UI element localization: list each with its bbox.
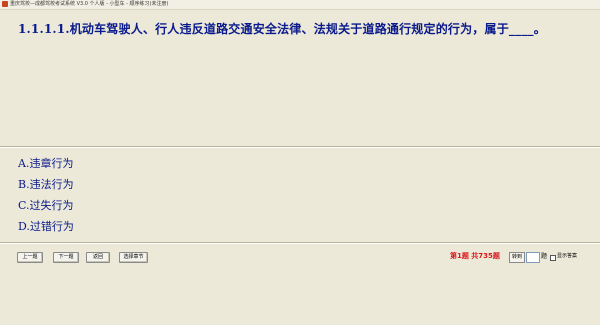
question-divider xyxy=(0,146,600,148)
jump-input[interactable] xyxy=(526,252,540,263)
next-button[interactable]: 下一题 xyxy=(53,252,79,263)
option-d[interactable]: D.过错行为 xyxy=(18,220,74,241)
option-b[interactable]: B.违法行为 xyxy=(18,178,74,199)
question-counter: 第1题 共735题 xyxy=(450,252,500,260)
show-answer-checkbox[interactable] xyxy=(550,255,556,261)
options-list: A.违章行为 B.违法行为 C.过失行为 D.过错行为 xyxy=(18,157,74,241)
app-icon xyxy=(2,1,8,7)
option-c[interactable]: C.过失行为 xyxy=(18,199,74,220)
jump-button[interactable]: 转到 xyxy=(509,252,525,263)
question-text: 1.1.1.1.机动车驾驶人、行人违反道路交通安全法律、法规关于道路通行规定的行… xyxy=(18,22,546,36)
window-titlebar: 重庆驾校—成都驾校考试系统 V3.0 个人版 - 小型车 - 顺序练习(未注册) xyxy=(0,0,600,10)
toolbar-divider xyxy=(0,242,600,244)
prev-button[interactable]: 上一题 xyxy=(17,252,43,263)
jump-unit-label: 题 xyxy=(541,253,548,260)
back-button[interactable]: 返回 xyxy=(86,252,110,263)
chapter-select-button[interactable]: 选择章节 xyxy=(119,252,148,263)
option-a[interactable]: A.违章行为 xyxy=(18,157,74,178)
show-answer-label[interactable]: 显示答案 xyxy=(557,252,577,261)
window-title: 重庆驾校—成都驾校考试系统 V3.0 个人版 - 小型车 - 顺序练习(未注册) xyxy=(10,1,169,7)
